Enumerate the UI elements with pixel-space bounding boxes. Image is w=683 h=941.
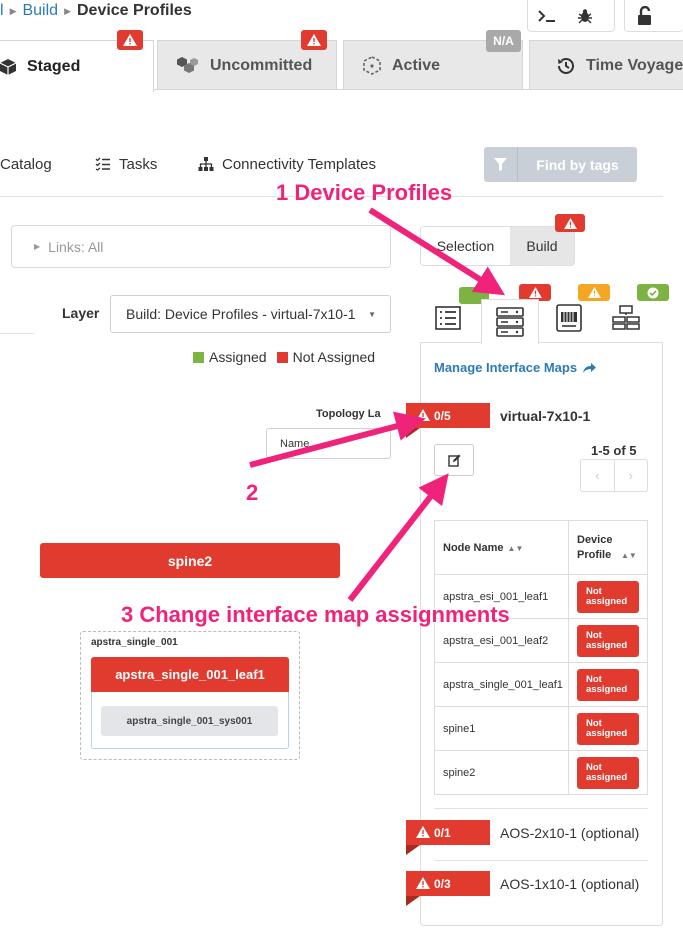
annotation-change-assignments: 3 Change interface map assignments bbox=[121, 602, 510, 627]
annotation-arrows bbox=[249, 207, 506, 602]
annotation-device-profiles: 1 Device Profiles bbox=[276, 180, 453, 205]
arrow-to-profile-badge bbox=[249, 411, 426, 468]
annotation-step-2: 2 bbox=[246, 480, 259, 505]
arrow-to-edit-button bbox=[347, 473, 449, 602]
arrow-to-device-profiles-tab bbox=[368, 207, 506, 296]
